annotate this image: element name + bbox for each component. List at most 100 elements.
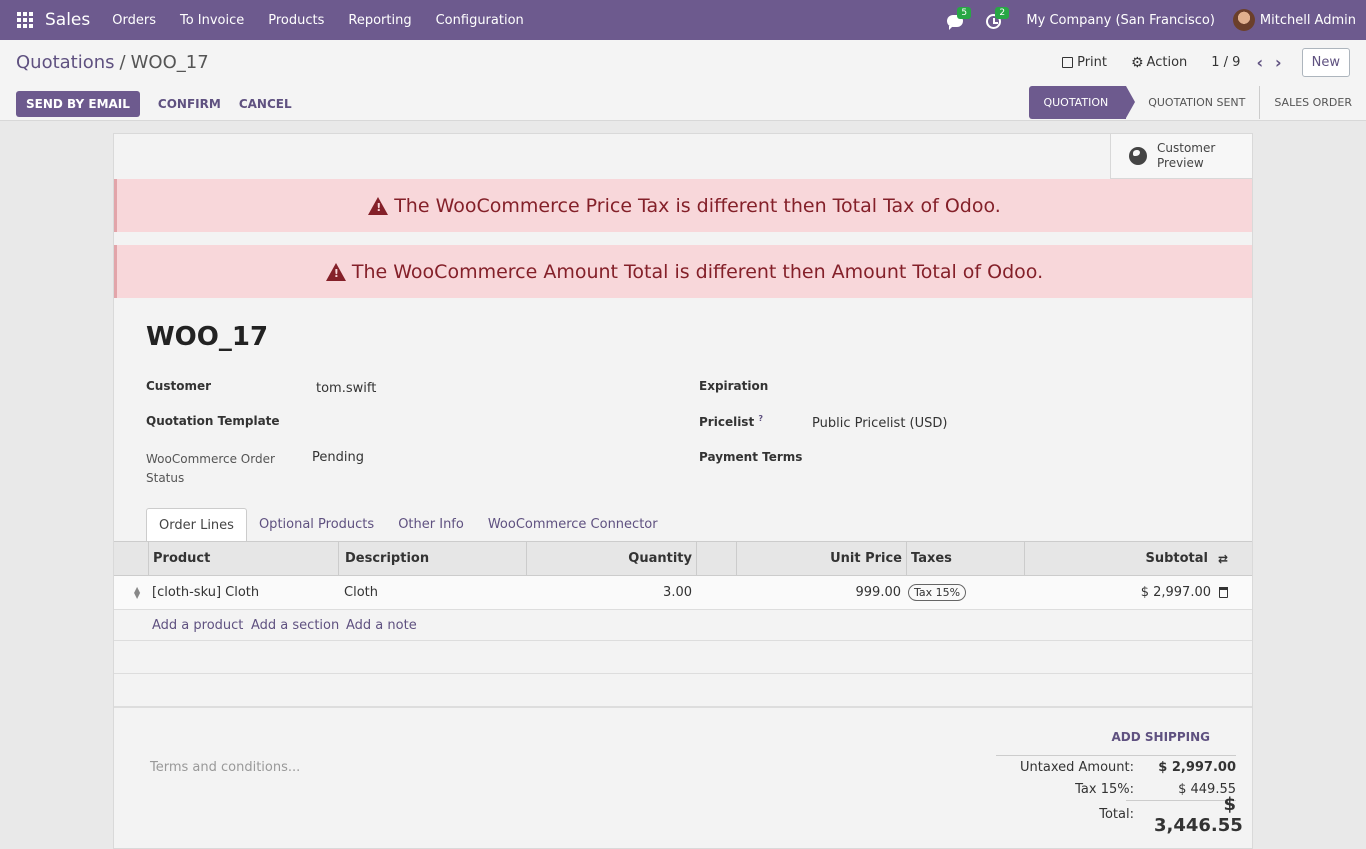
total-value: $ 3,446.55 (1154, 793, 1243, 836)
help-icon[interactable]: ? (758, 414, 763, 423)
main-menu: Orders To Invoice Products Reporting Con… (112, 13, 548, 28)
woo-status-label: WooCommerce Order Status (146, 452, 275, 485)
apps-grid-icon[interactable] (17, 12, 33, 28)
totals-summary: Untaxed Amount: $ 2,997.00 Tax 15%: $ 44… (996, 755, 1243, 836)
tax-label: Tax 15%: (1075, 781, 1134, 797)
control-panel: Quotations / WOO_17 Print ⚙ Action 1 / 9 ‹… (0, 40, 1366, 121)
stage-quotation-sent[interactable]: QUOTATION SENT (1126, 86, 1261, 119)
app-name[interactable]: Sales (45, 10, 90, 30)
order-lines-table: Product Description Quantity Unit Price … (114, 541, 1252, 707)
printer-icon (1062, 57, 1074, 68)
print-button[interactable]: Print (1062, 55, 1107, 70)
menu-reporting[interactable]: Reporting (348, 13, 411, 28)
confirm-button[interactable]: CONFIRM (158, 97, 221, 111)
table-row[interactable]: ▲ ▼ [cloth-sku] Cloth Cloth 3.00 999.00 T… (114, 576, 1252, 610)
print-label: Print (1077, 55, 1107, 70)
header-quantity[interactable]: Quantity (526, 542, 696, 575)
menu-products[interactable]: Products (268, 13, 324, 28)
table-header: Product Description Quantity Unit Price … (114, 541, 1252, 576)
add-section-link[interactable]: Add a section (251, 618, 339, 633)
messages-button[interactable]: 5 (946, 7, 972, 30)
breadcrumb-current: WOO_17 (130, 52, 209, 73)
terms-and-conditions-field[interactable]: Terms and conditions... (150, 760, 300, 775)
customer-preview-button[interactable]: Customer Preview (1110, 134, 1252, 179)
pricelist-label-text: Pricelist (699, 415, 755, 429)
cell-unit-price[interactable]: 999.00 (736, 576, 902, 609)
drag-handle-icon[interactable]: ▲ ▼ (134, 576, 144, 609)
action-button[interactable]: ⚙ Action (1131, 55, 1187, 71)
header-product[interactable]: Product (148, 542, 338, 575)
activities-button[interactable]: 2 (984, 7, 1010, 30)
form-sheet: Customer Preview The WooCommerce Price T… (113, 133, 1253, 849)
warning-icon (368, 196, 389, 215)
untaxed-value: $ 2,997.00 (1158, 759, 1236, 775)
statusbar: QUOTATION QUOTATION SENT SALES ORDER (1029, 86, 1366, 119)
cell-subtotal: $ 2,997.00 (1140, 585, 1211, 600)
pager-previous-icon[interactable]: ‹ (1256, 53, 1263, 72)
warning-icon (325, 262, 346, 281)
order-footer: Terms and conditions... ADD SHIPPING Unt… (114, 706, 1252, 849)
tab-woocommerce-connector[interactable]: WooCommerce Connector (476, 508, 670, 541)
cell-product[interactable]: [cloth-sku] Cloth (152, 576, 259, 609)
stage-sales-order[interactable]: SALES ORDER (1260, 86, 1366, 119)
avatar[interactable] (1232, 9, 1255, 31)
expiration-label: Expiration (699, 379, 769, 393)
header-unit-price[interactable]: Unit Price (736, 542, 906, 575)
optional-columns-icon[interactable]: ⇄ (1218, 542, 1238, 575)
action-label: Action (1146, 55, 1188, 70)
add-note-link[interactable]: Add a note (346, 618, 417, 633)
cell-quantity[interactable]: 3.00 (526, 576, 692, 609)
payment-terms-field[interactable] (812, 450, 1112, 468)
user-menu[interactable]: Mitchell Admin (1260, 13, 1356, 28)
quotation-template-label: Quotation Template (146, 414, 280, 428)
total-label: Total: (1099, 807, 1134, 822)
pricelist-field[interactable]: Public Pricelist (USD) (812, 416, 947, 431)
menu-orders[interactable]: Orders (112, 13, 156, 28)
customer-field[interactable]: tom.swift (316, 381, 376, 396)
tab-other-info[interactable]: Other Info (386, 508, 476, 541)
cell-description[interactable]: Cloth (344, 576, 378, 609)
stage-quotation[interactable]: QUOTATION (1029, 86, 1135, 119)
quotation-template-field[interactable] (316, 414, 616, 432)
header-description[interactable]: Description (338, 542, 526, 575)
untaxed-label: Untaxed Amount: (1020, 759, 1134, 775)
trash-icon (1219, 587, 1228, 598)
payment-terms-label: Payment Terms (699, 450, 803, 464)
tax-tag: Tax 15% (908, 584, 967, 601)
tab-optional-products[interactable]: Optional Products (247, 508, 386, 541)
menu-to-invoice[interactable]: To Invoice (180, 13, 244, 28)
systray: 5 2 My Company (San Francisco) Mitchell … (946, 0, 1356, 40)
cancel-button[interactable]: CANCEL (239, 97, 292, 111)
menu-configuration[interactable]: Configuration (436, 13, 524, 28)
add-line-row: Add a product Add a section Add a note (114, 610, 1252, 641)
cell-taxes[interactable]: Tax 15% (908, 576, 967, 609)
alert-price-tax: The WooCommerce Price Tax is different t… (114, 179, 1252, 232)
delete-row-button[interactable] (1219, 576, 1228, 609)
tab-order-lines[interactable]: Order Lines (146, 508, 247, 541)
record-title[interactable]: WOO_17 (146, 322, 268, 352)
alert-price-tax-text: The WooCommerce Price Tax is different t… (394, 194, 1001, 217)
total-row: Total: $ 3,446.55 (1099, 794, 1243, 836)
company-switcher[interactable]: My Company (San Francisco) (1026, 13, 1214, 28)
pager-value[interactable]: 1 / 9 (1211, 55, 1240, 70)
untaxed-row: Untaxed Amount: $ 2,997.00 (996, 756, 1236, 778)
pager-next-icon[interactable]: › (1275, 53, 1282, 72)
notebook-tabs: Order Lines Optional Products Other Info… (146, 508, 670, 541)
send-by-email-button[interactable]: SEND BY EMAIL (16, 91, 140, 117)
control-panel-actions: Print ⚙ Action 1 / 9 ‹ › New (1062, 48, 1350, 77)
header-buttons: SEND BY EMAIL CONFIRM CANCEL (16, 91, 292, 117)
activities-badge: 2 (995, 7, 1010, 19)
woo-status-field: Pending (312, 450, 364, 465)
breadcrumb-quotations[interactable]: Quotations (16, 52, 115, 73)
alert-amount-total: The WooCommerce Amount Total is differen… (114, 245, 1252, 298)
empty-row (114, 674, 1252, 707)
breadcrumb: Quotations / WOO_17 (16, 52, 209, 73)
header-taxes[interactable]: Taxes (906, 542, 1024, 575)
add-product-link[interactable]: Add a product (152, 618, 243, 633)
expiration-field[interactable] (812, 379, 1112, 397)
messages-badge: 5 (957, 7, 972, 19)
add-shipping-button[interactable]: ADD SHIPPING (1112, 730, 1210, 744)
new-button[interactable]: New (1301, 48, 1350, 77)
gear-icon: ⚙ (1130, 54, 1144, 71)
header-subtotal[interactable]: Subtotal (1024, 542, 1212, 575)
